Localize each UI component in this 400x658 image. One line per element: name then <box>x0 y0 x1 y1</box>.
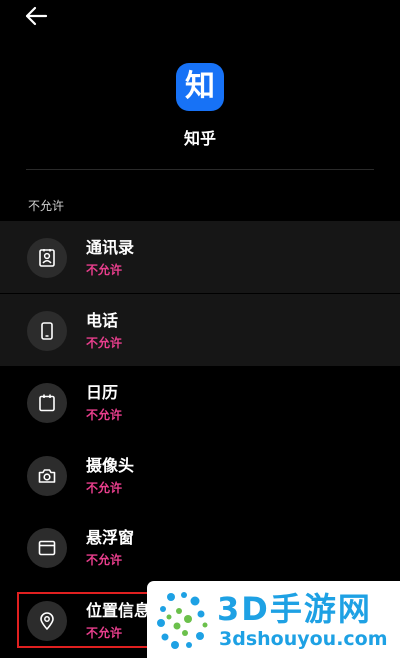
app-name: 知乎 <box>183 129 216 148</box>
header-divider <box>26 169 374 170</box>
calendar-icon <box>27 383 67 423</box>
watermark-url: 3dshouyou.com <box>219 628 388 650</box>
permission-row-camera[interactable]: 摄像头 不允许 <box>0 439 400 511</box>
app-icon-glyph: 知 <box>185 69 215 104</box>
permission-title: 摄像头 <box>86 456 135 475</box>
permission-row-floating-window[interactable]: 悬浮窗 不允许 <box>0 511 400 583</box>
permission-row-phone[interactable]: 电话 不允许 <box>0 294 400 366</box>
3dshouyou-logo-icon <box>157 592 208 649</box>
permission-title: 悬浮窗 <box>86 528 135 547</box>
phone-icon <box>27 311 67 351</box>
app-icon: 知 <box>176 63 224 111</box>
permission-status: 不允许 <box>86 336 123 350</box>
permission-row-contacts[interactable]: 通讯录 不允许 <box>0 221 400 293</box>
permission-status: 不允许 <box>86 481 123 495</box>
floating-window-icon <box>27 528 67 568</box>
watermark-title: 3D手游网 <box>217 590 372 628</box>
back-arrow-icon <box>25 6 48 26</box>
camera-icon <box>27 456 67 496</box>
permission-status: 不允许 <box>86 408 123 422</box>
watermark-banner: 3D手游网 3dshouyou.com <box>147 581 400 658</box>
contacts-icon <box>27 238 67 278</box>
permission-row-calendar[interactable]: 日历 不允许 <box>0 366 400 438</box>
back-button[interactable] <box>22 2 50 30</box>
permission-status: 不允许 <box>86 263 123 277</box>
permission-title: 电话 <box>86 311 119 330</box>
permission-title: 通讯录 <box>86 238 135 257</box>
permission-status: 不允许 <box>86 553 123 567</box>
section-label: 不允许 <box>28 199 65 213</box>
permission-title: 日历 <box>86 383 119 402</box>
